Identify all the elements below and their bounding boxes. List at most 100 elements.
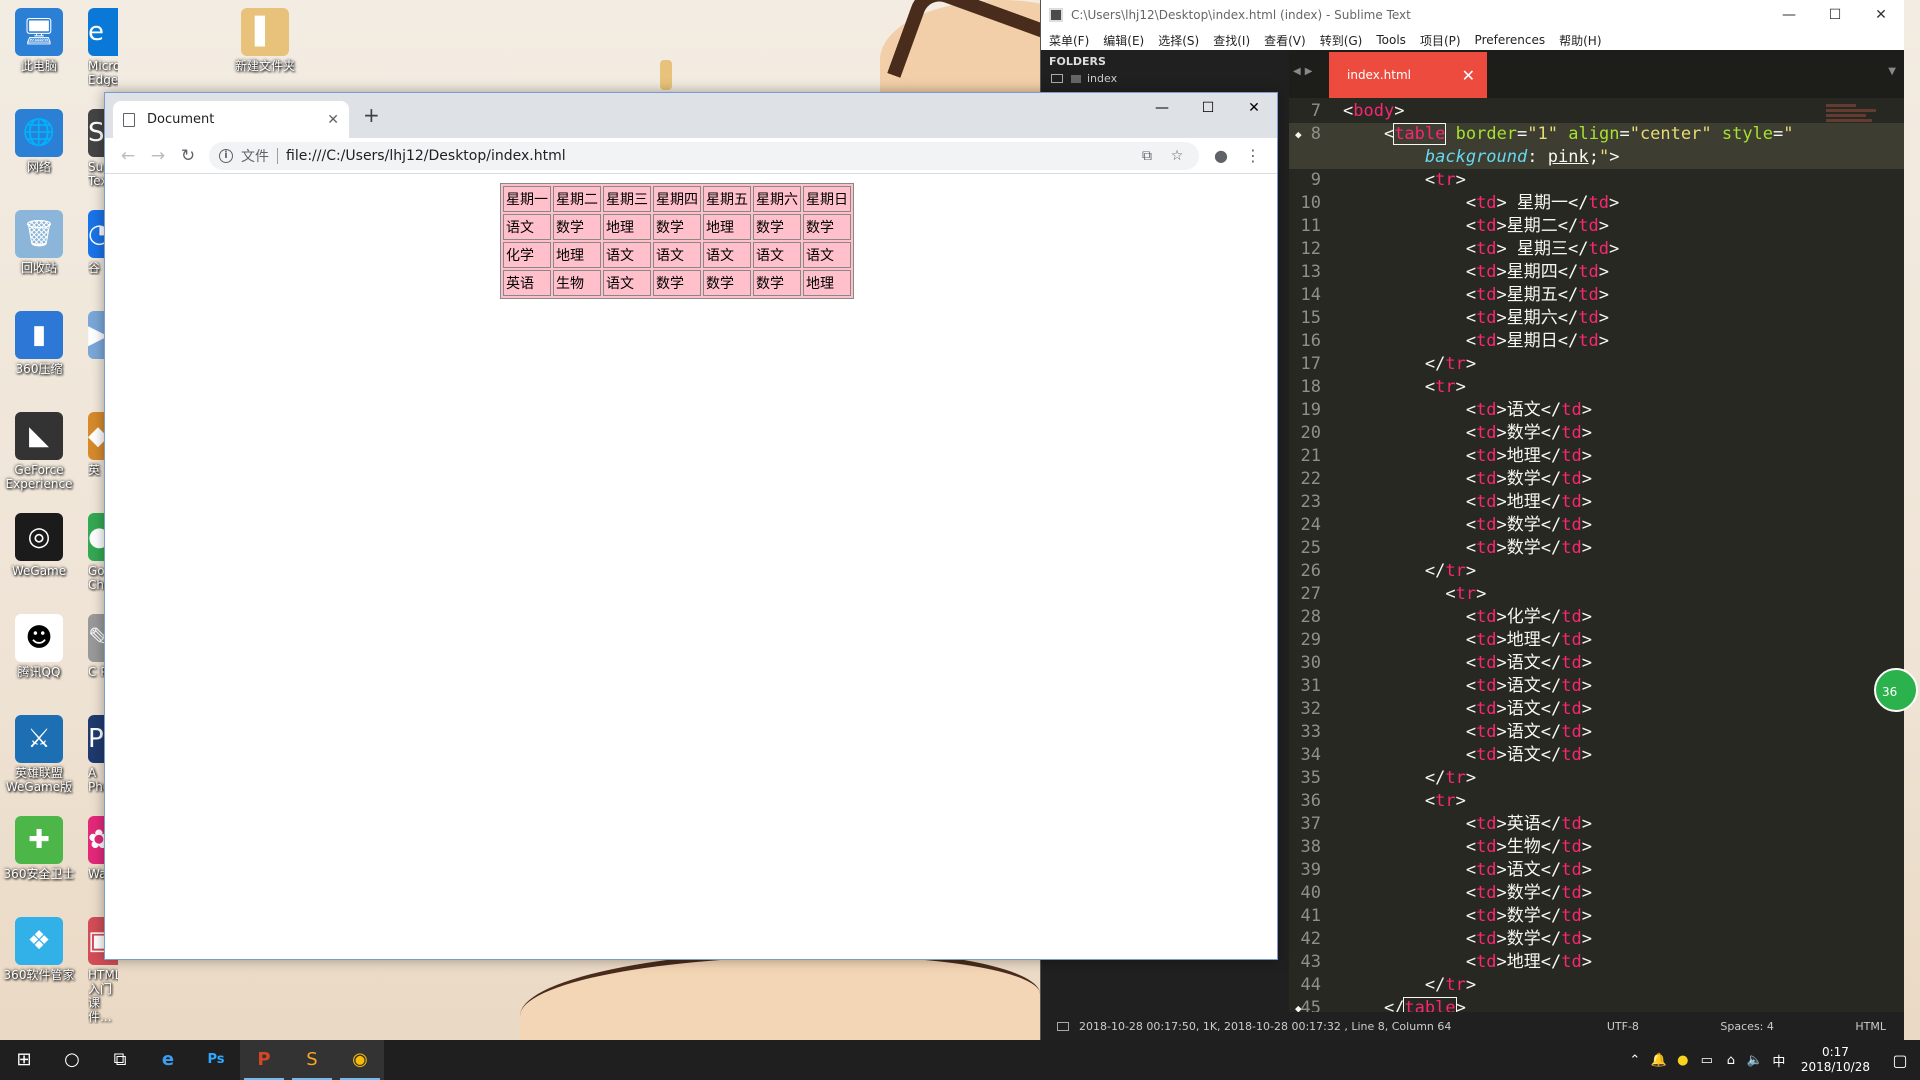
desktop-icon[interactable]: ▮ 360压缩: [2, 311, 76, 376]
network-icon[interactable]: ⌂: [1719, 1053, 1743, 1068]
desktop-icon[interactable]: 🌐 网络: [2, 109, 76, 174]
tab-close-icon[interactable]: ✕: [1462, 66, 1475, 85]
desktop-app-icon: 🖥: [15, 8, 63, 56]
code-line: 17 </tr>: [1300, 354, 1477, 374]
sublime-window-title: C:\Users\lhj12\Desktop\index.html (index…: [1071, 8, 1411, 22]
ime-indicator[interactable]: 中: [1767, 1051, 1791, 1070]
tab-index-html[interactable]: index.html ✕: [1329, 52, 1487, 98]
minimize-icon[interactable]: —: [1766, 7, 1812, 23]
code-line: 28 <td>化学</td>: [1300, 607, 1592, 627]
code-line: 24 <td>数学</td>: [1300, 515, 1592, 535]
code-line: 16 <td>星期日</td>: [1300, 331, 1609, 351]
menu-kebab-icon[interactable]: ⋮: [1237, 146, 1269, 165]
close-icon[interactable]: ✕: [1858, 7, 1904, 23]
menu-item[interactable]: 选择(S): [1158, 32, 1199, 49]
browser-tab-document[interactable]: Document ✕: [113, 101, 349, 138]
menu-item[interactable]: 帮助(H): [1559, 32, 1601, 49]
desktop-app-icon: ▌: [241, 8, 289, 56]
status-encoding[interactable]: UTF-8: [1607, 1020, 1639, 1033]
menu-item[interactable]: Preferences: [1475, 33, 1546, 47]
sublime-titlebar[interactable]: C:\Users\lhj12\Desktop\index.html (index…: [1041, 0, 1904, 30]
account-icon[interactable]: ●: [1205, 146, 1237, 165]
menu-item[interactable]: 转到(G): [1320, 32, 1363, 49]
menu-item[interactable]: 编辑(E): [1103, 32, 1144, 49]
sublime-statusbar: 2018-10-28 00:17:50, 1K, 2018-10-28 00:1…: [1041, 1012, 1904, 1040]
code-line: 26 </tr>: [1300, 561, 1477, 581]
chrome-taskbar-icon[interactable]: ◉: [336, 1040, 384, 1080]
desktop-icon[interactable]: ⚔ 英雄联盟 WeGame版: [2, 715, 76, 794]
translate-icon[interactable]: ⧉: [1135, 148, 1159, 164]
desktop-icon-label: 360安全卫士: [3, 867, 75, 881]
sidebar-folder-label: index: [1087, 72, 1118, 85]
desktop-icon[interactable]: ❖ 360软件管家: [2, 917, 76, 982]
menu-item[interactable]: 查看(V): [1264, 32, 1306, 49]
notification-bell-icon[interactable]: 🔔: [1647, 1053, 1671, 1068]
info-icon[interactable]: i: [219, 148, 233, 163]
desktop-app-icon: 🌐: [15, 109, 63, 157]
menu-item[interactable]: Tools: [1376, 33, 1406, 47]
edge-taskbar-icon[interactable]: e: [144, 1040, 192, 1080]
desktop-icon[interactable]: ☻ 腾讯QQ: [2, 614, 76, 679]
close-icon[interactable]: ✕: [1231, 93, 1277, 123]
taskbar-clock[interactable]: 0:17 2018/10/28: [1791, 1045, 1880, 1075]
tab-close-icon[interactable]: ✕: [327, 112, 339, 128]
code-line: 22 <td>数学</td>: [1300, 469, 1592, 489]
page-viewport: 星期一 星期二 星期三 星期四 星期五 星期六 星期日 语文 数学 地理 数学 地理 数学 数学 化学 地理语…: [105, 174, 1277, 959]
desktop-icon[interactable]: 🖥 此电脑: [2, 8, 76, 73]
task-view-icon[interactable]: ⧉: [96, 1040, 144, 1080]
code-line: 32 <td>语文</td>: [1300, 699, 1592, 719]
search-cortana-icon[interactable]: ○: [48, 1040, 96, 1080]
url-text[interactable]: file:///C:/Users/lhj12/Desktop/index.htm…: [286, 148, 1129, 164]
tab-scroll-arrows-icon[interactable]: ◀▶: [1293, 66, 1316, 77]
tab-dropdown-icon[interactable]: ▼: [1888, 66, 1896, 77]
sidebar-folder-index[interactable]: index: [1041, 70, 1289, 87]
photoshop-taskbar-icon[interactable]: Ps: [192, 1040, 240, 1080]
table-cell: 地理: [803, 270, 851, 296]
powerpoint-taskbar-icon[interactable]: P: [240, 1040, 288, 1080]
desktop-icon-label: 网络: [26, 160, 51, 174]
code-line: 35 </tr>: [1300, 768, 1477, 788]
desktop-app-icon: ❖: [15, 917, 63, 965]
menu-item[interactable]: 项目(P): [1420, 32, 1461, 49]
reload-icon[interactable]: ↻: [173, 141, 203, 171]
tab-title: Document: [147, 112, 215, 127]
360-tray-icon[interactable]: ●: [1671, 1053, 1695, 1068]
status-syntax[interactable]: HTML: [1855, 1020, 1886, 1033]
menu-item[interactable]: 查找(I): [1213, 32, 1250, 49]
back-arrow-icon[interactable]: ←: [113, 141, 143, 171]
code-area[interactable]: 7 <body> ◆ 8 <table border="1" align="cent…: [1289, 100, 1904, 1012]
minimize-icon[interactable]: —: [1139, 93, 1185, 123]
code-line: 33 <td>语文</td>: [1300, 722, 1592, 742]
desktop-icon[interactable]: ✚ 360安全卫士: [2, 816, 76, 881]
star-bookmark-icon[interactable]: ☆: [1165, 148, 1189, 164]
chrome-window: Document ✕ + — ☐ ✕ ← → ↻ i 文件 file:///C:…: [104, 92, 1278, 960]
desktop-icon[interactable]: ◎ WeGame: [2, 513, 76, 578]
action-center-icon[interactable]: ▢: [1880, 1051, 1920, 1070]
maximize-icon[interactable]: ☐: [1185, 93, 1231, 123]
table-cell: 星期六: [753, 186, 801, 212]
address-bar[interactable]: i 文件 file:///C:/Users/lhj12/Desktop/inde…: [209, 141, 1199, 170]
desktop-icon[interactable]: ▌ 新建文件夹: [228, 8, 302, 73]
volume-icon[interactable]: 🔈: [1743, 1053, 1767, 1068]
code-line: 15 <td>星期六</td>: [1300, 308, 1609, 328]
menu-item[interactable]: 菜单(F): [1049, 32, 1089, 49]
forward-arrow-icon[interactable]: →: [143, 141, 173, 171]
maximize-icon[interactable]: ☐: [1812, 7, 1858, 23]
desktop-icon[interactable]: 🗑 回收站: [2, 210, 76, 275]
desktop-icon-label: 腾讯QQ: [17, 665, 61, 679]
status-indentation[interactable]: Spaces: 4: [1720, 1020, 1773, 1033]
desktop-icon[interactable]: e Microsoft Edge: [88, 8, 118, 87]
start-windows-icon[interactable]: ⊞: [0, 1040, 48, 1080]
new-tab-plus-icon[interactable]: +: [363, 103, 380, 127]
sublime-menubar: 菜单(F) 编辑(E) 选择(S) 查找(I) 查看(V) 转到(G) Tools 项目(P)…: [1041, 30, 1904, 50]
panel-toggle-icon[interactable]: [1057, 1021, 1069, 1031]
desktop-icon-label: HTML+CSS 入门课件...: [88, 968, 118, 1024]
status-file-info: 2018-10-28 00:17:50, 1K, 2018-10-28 00:1…: [1079, 1019, 1452, 1033]
floating-360-badge-icon[interactable]: 36: [1874, 668, 1918, 712]
chevron-up-icon[interactable]: ⌃: [1623, 1053, 1647, 1068]
desktop-icon[interactable]: ◣ GeForce Experience: [2, 412, 76, 491]
battery-icon[interactable]: ▭: [1695, 1053, 1719, 1068]
code-line: 34 <td>语文</td>: [1300, 745, 1592, 765]
folder-icon: [1071, 74, 1081, 83]
sublime-taskbar-icon[interactable]: S: [288, 1040, 336, 1080]
